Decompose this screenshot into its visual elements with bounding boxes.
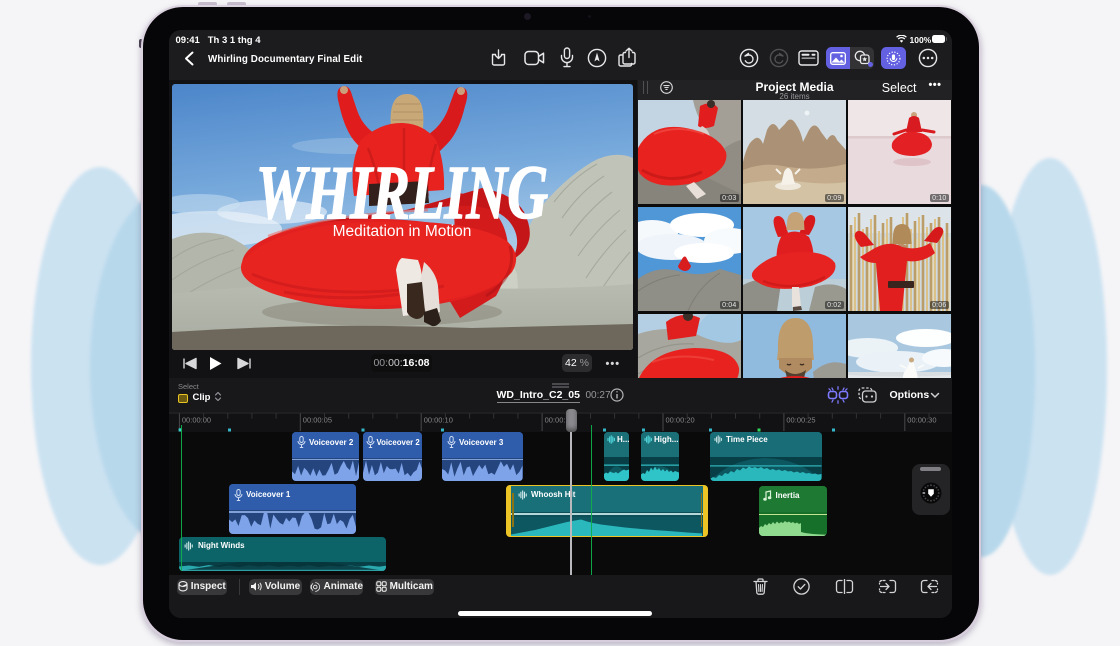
svg-text:00:00:20: 00:00:20 xyxy=(665,416,694,425)
svg-text:00:00:30: 00:00:30 xyxy=(907,416,936,425)
svg-text:00:00:10: 00:00:10 xyxy=(423,416,452,425)
svg-text:00:00:05: 00:00:05 xyxy=(302,416,331,425)
svg-text:00:00:00: 00:00:00 xyxy=(181,416,210,425)
svg-text:00:00:25: 00:00:25 xyxy=(786,416,815,425)
svg-text:Meditation in Motion: Meditation in Motion xyxy=(333,223,472,240)
